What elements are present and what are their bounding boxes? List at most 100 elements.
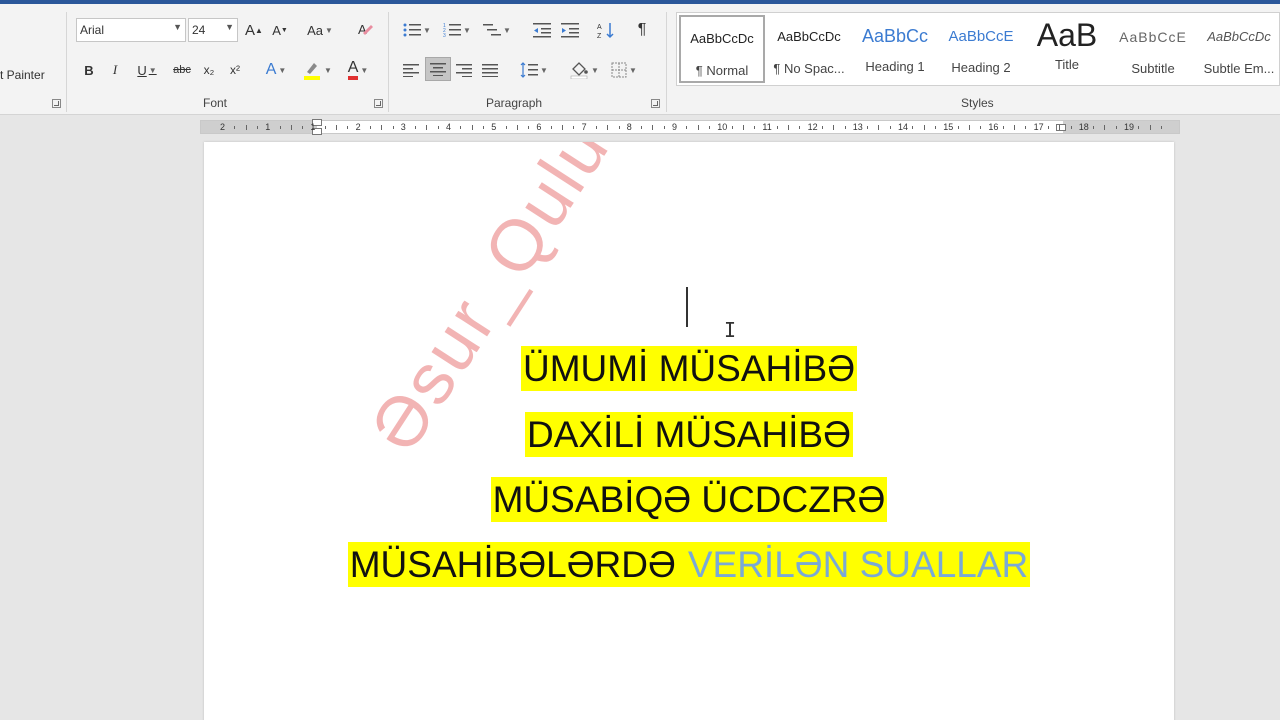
font-size-value: 24 (192, 23, 206, 37)
bullets-button[interactable]: ▼ (400, 18, 434, 42)
document-line[interactable]: DAXİLİ MÜSAHİBƏ (204, 412, 1174, 457)
grow-font-button[interactable]: A ▲ (244, 18, 264, 42)
text-effects-icon: A (265, 61, 277, 78)
styles-group-label: Styles (961, 96, 994, 110)
style-subtle-emphasis[interactable]: AaBbCcDc Subtle Em... (1196, 15, 1280, 83)
justify-icon (482, 64, 498, 77)
increase-indent-button[interactable] (558, 18, 582, 42)
grow-font-icon: A (245, 21, 256, 39)
horizontal-ruler[interactable]: 2 1 1 2 3 4 5 6 7 8 9 10 11 12 13 14 15 16 17 18 19 (200, 119, 1180, 135)
group-separator (666, 12, 667, 112)
style-name: Subtitle (1131, 61, 1175, 76)
clipboard-launcher-icon[interactable] (52, 99, 61, 108)
font-launcher-icon[interactable] (374, 99, 383, 108)
clear-formatting-button[interactable]: A (354, 18, 378, 42)
highlighted-text: ÜMUMİ MÜSAHİBƏ (520, 346, 858, 391)
ruler-tick (652, 125, 654, 130)
ruler-tick (788, 125, 789, 130)
format-painter-button[interactable]: t Painter (0, 68, 45, 82)
ruler-tick (980, 126, 982, 129)
ribbon: t Painter Arial ▼ 24 ▼ A ▲ A ▼ Aa ▼ A B I U… (0, 4, 1280, 115)
style-name: Heading 1 (865, 59, 925, 74)
highlighter-icon (304, 63, 321, 80)
ruler-number: 3 (400, 122, 406, 132)
chevron-down-icon: ▼ (463, 25, 471, 35)
ruler-number: 4 (446, 122, 452, 132)
shrink-font-icon: A (272, 22, 281, 38)
style-normal[interactable]: AaBbCcDc ¶ Normal (679, 15, 765, 83)
align-center-button[interactable] (425, 57, 451, 81)
align-right-button[interactable] (453, 58, 475, 82)
numbering-button[interactable]: 1 2 3 ▼ (440, 18, 474, 42)
line-spacing-button[interactable]: ▼ (516, 58, 552, 82)
group-separator (388, 12, 389, 112)
show-formatting-marks-button[interactable]: ¶ (630, 18, 654, 42)
superscript-button[interactable]: x² (224, 58, 246, 82)
ruler-tick (573, 126, 575, 129)
style-name: Title (1054, 57, 1080, 72)
ruler-tick (912, 126, 914, 129)
ruler-tick (607, 125, 609, 130)
svg-text:A: A (358, 22, 367, 37)
ruler-tick (618, 126, 620, 129)
ruler-tick (1025, 126, 1027, 129)
ruler-tick (867, 126, 869, 129)
font-size-combo[interactable]: 24 ▼ (188, 18, 238, 42)
paragraph-launcher-icon[interactable] (651, 99, 660, 108)
ruler-tick (878, 125, 880, 130)
ruler-number: 12 (807, 122, 818, 132)
shading-button[interactable]: ▼ (566, 58, 602, 82)
chevron-down-icon: ▼ (503, 25, 511, 35)
font-group-label: Font (203, 96, 228, 110)
underline-button[interactable]: U ▼ (130, 58, 164, 82)
align-left-button[interactable] (400, 58, 422, 82)
document-line[interactable]: ÜMUMİ MÜSAHİBƏ (204, 346, 1174, 391)
chevron-down-icon: ▼ (423, 25, 431, 35)
multilevel-list-button[interactable]: ▼ (480, 18, 514, 42)
ruler-tick (245, 125, 247, 130)
borders-icon (611, 62, 627, 78)
style-heading-2[interactable]: AaBbCcE Heading 2 (938, 15, 1024, 83)
ruler-tick (234, 126, 236, 129)
bold-button[interactable]: B (80, 58, 98, 82)
italic-button[interactable]: I (106, 58, 124, 82)
sort-button[interactable]: AZ (594, 18, 618, 42)
document-line[interactable]: MÜSABİQƏ ÜCDCZRƏ (204, 477, 1174, 522)
svg-text:Z: Z (597, 33, 602, 39)
document-page[interactable]: Əsur_Qulu vericilik I ÜMUMİ MÜSAHİBƏ DAX… (204, 142, 1174, 720)
chevron-down-icon: ▼ (173, 22, 182, 32)
font-name-combo[interactable]: Arial ▼ (76, 18, 186, 42)
ibeam-cursor-icon: I (724, 318, 737, 342)
document-line[interactable]: MÜSAHİBƏLƏRDƏ VERİLƏN SUALLAR (204, 542, 1174, 587)
chevron-down-icon: ▼ (324, 25, 333, 35)
ruler-tick (1059, 125, 1061, 130)
ruler-tick (799, 126, 801, 129)
style-title[interactable]: AaB Title (1024, 15, 1110, 83)
font-name-value: Arial (80, 23, 105, 37)
sort-icon: AZ (597, 23, 614, 39)
highlight-color-button[interactable]: ▼ (298, 58, 336, 82)
change-case-button[interactable]: Aa ▼ (302, 18, 338, 42)
highlighted-text: MÜSABİQƏ ÜCDCZRƏ (490, 477, 888, 522)
shrink-font-button[interactable]: A ▼ (270, 18, 290, 42)
style-heading-1[interactable]: AaBbCc Heading 1 (852, 15, 938, 83)
font-color-button[interactable]: A ▼ (340, 58, 376, 82)
ruler-tick (516, 125, 518, 130)
subscript-button[interactable]: x₂ (198, 58, 220, 82)
ruler-tick (1138, 126, 1140, 129)
borders-button[interactable]: ▼ (606, 58, 642, 82)
right-indent-marker[interactable] (1056, 124, 1066, 131)
ruler-tick (1047, 126, 1049, 129)
strikethrough-button[interactable]: abc (170, 58, 194, 82)
style-subtitle[interactable]: AaBbCcE Subtitle (1110, 15, 1196, 83)
ruler-tick (1115, 126, 1117, 129)
justify-button[interactable] (479, 58, 501, 82)
style-name: ¶ No Spac... (773, 61, 845, 76)
text-effects-button[interactable]: A ▼ (258, 58, 294, 82)
decrease-indent-button[interactable] (530, 18, 554, 42)
ruler-number: 6 (536, 122, 542, 132)
style-preview: AaBbCcDc (690, 31, 754, 46)
style-no-spacing[interactable]: AaBbCcDc ¶ No Spac... (766, 15, 852, 83)
chevron-down-icon: ▼ (148, 65, 157, 75)
ruler-tick (1149, 125, 1151, 130)
